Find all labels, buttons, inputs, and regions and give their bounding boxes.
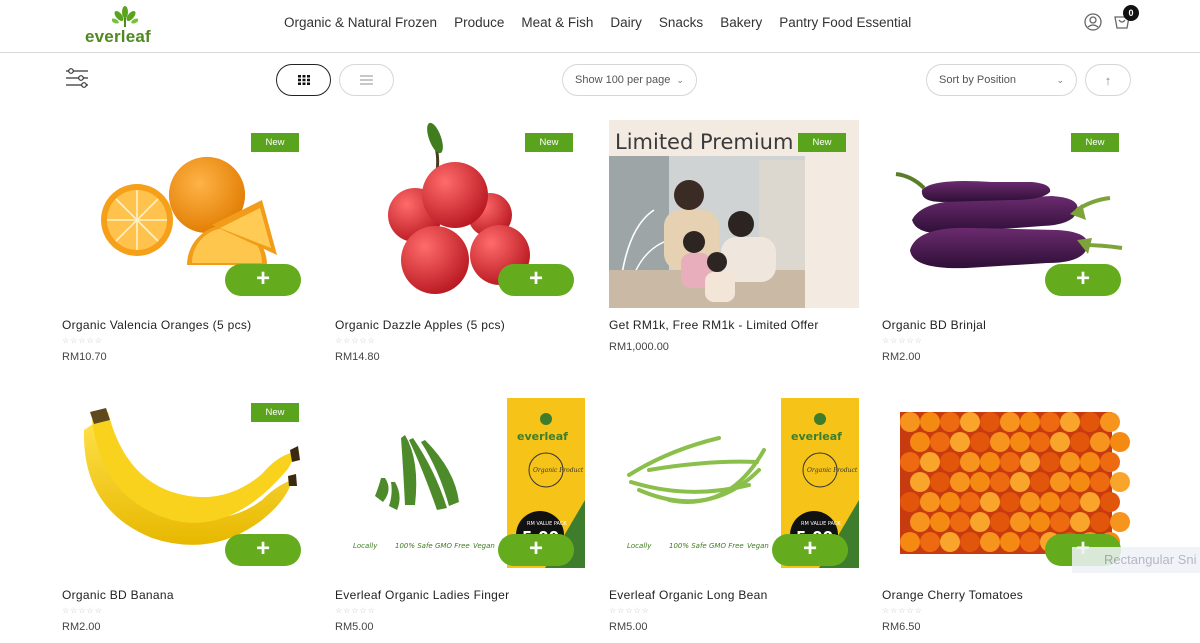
package-footer-label: GMO Free: [435, 542, 470, 550]
rating-stars: ☆☆☆☆☆: [609, 606, 650, 615]
arrow-up-icon: ↑: [1104, 72, 1112, 88]
package-footer-label: 100% Safe: [395, 542, 433, 550]
cart-count-badge: 0: [1123, 5, 1139, 21]
add-to-cart-button[interactable]: +: [772, 534, 848, 566]
nav-snacks[interactable]: Snacks: [659, 15, 703, 30]
add-to-cart-button[interactable]: +: [1045, 264, 1121, 296]
rating-stars: ☆☆☆☆☆: [335, 336, 376, 345]
package-value-label: RM VALUE PACK: [801, 521, 841, 527]
rating-stars: ☆☆☆☆☆: [62, 336, 103, 345]
nav-dairy[interactable]: Dairy: [610, 15, 642, 30]
product-price: RM10.70: [62, 351, 107, 363]
product-name[interactable]: Organic BD Brinjal: [882, 318, 986, 332]
product-price: RM2.00: [882, 351, 921, 363]
user-account-icon[interactable]: [1083, 12, 1103, 32]
add-to-cart-button[interactable]: +: [225, 264, 301, 296]
product-name[interactable]: Orange Cherry Tomatoes: [882, 588, 1023, 602]
site-header: everleaf Organic & Natural Frozen Produc…: [0, 0, 1200, 53]
sort-label: Sort by Position: [939, 74, 1017, 86]
package-tag: Organic Product: [533, 467, 584, 474]
snip-tool-overlay: Rectangular Sni: [1072, 547, 1200, 573]
main-nav: Organic & Natural Frozen Produce Meat & …: [284, 15, 928, 30]
everleaf-logo[interactable]: everleaf: [82, 6, 162, 46]
logo-wordmark: everleaf: [85, 27, 151, 46]
grid-icon: [297, 75, 310, 85]
package-footer-label: 100% Safe: [669, 542, 707, 550]
product-name[interactable]: Organic Valencia Oranges (5 pcs): [62, 318, 251, 332]
nav-produce[interactable]: Produce: [454, 15, 504, 30]
new-badge: New: [251, 133, 299, 152]
rating-stars: ☆☆☆☆☆: [882, 336, 923, 345]
product-price: RM5.00: [335, 621, 374, 633]
list-icon: [360, 75, 373, 85]
new-badge: New: [251, 403, 299, 422]
product-name[interactable]: Everleaf Organic Long Bean: [609, 588, 768, 602]
add-to-cart-button[interactable]: +: [225, 534, 301, 566]
add-to-cart-button[interactable]: +: [498, 264, 574, 296]
new-badge: New: [525, 133, 573, 152]
product-name[interactable]: Everleaf Organic Ladies Finger: [335, 588, 509, 602]
grid-view-button[interactable]: [276, 64, 331, 96]
package-brand: everleaf: [791, 430, 842, 443]
nav-meat-fish[interactable]: Meat & Fish: [521, 15, 593, 30]
list-view-button[interactable]: [339, 64, 394, 96]
rating-stars: ☆☆☆☆☆: [335, 606, 376, 615]
package-footer-label: Locally: [627, 542, 652, 550]
leaf-icon: [112, 6, 138, 27]
product-price: RM14.80: [335, 351, 380, 363]
add-to-cart-button[interactable]: +: [498, 534, 574, 566]
filter-sliders-icon[interactable]: [65, 66, 89, 90]
package-tag: Organic Product: [807, 467, 858, 474]
sort-direction-button[interactable]: ↑: [1085, 64, 1131, 96]
package-footer-label: Vegan: [473, 542, 495, 550]
promo-banner-title: Limited Premium: [615, 130, 794, 154]
listing-toolbar: Show 100 per page ⌄ Sort by Position ⌄ ↑: [0, 54, 1200, 114]
per-page-label: Show 100 per page: [575, 74, 671, 86]
package-footer-label: GMO Free: [709, 542, 744, 550]
per-page-select[interactable]: Show 100 per page ⌄: [562, 64, 697, 96]
nav-bakery[interactable]: Bakery: [720, 15, 762, 30]
nav-organic-natural-frozen[interactable]: Organic & Natural Frozen: [284, 15, 437, 30]
chevron-down-icon: ⌄: [1056, 74, 1064, 85]
product-name[interactable]: Organic BD Banana: [62, 588, 174, 602]
product-price: RM2.00: [62, 621, 101, 633]
rating-stars: ☆☆☆☆☆: [62, 606, 103, 615]
product-price: RM1,000.00: [609, 341, 669, 353]
new-badge: New: [798, 133, 846, 152]
package-footer-label: Vegan: [747, 542, 769, 550]
sort-select[interactable]: Sort by Position ⌄: [926, 64, 1077, 96]
new-badge: New: [1071, 133, 1119, 152]
rating-stars: ☆☆☆☆☆: [882, 606, 923, 615]
chevron-down-icon: ⌄: [676, 74, 684, 85]
package-value-label: RM VALUE PACK: [527, 521, 567, 527]
nav-pantry-food-essential[interactable]: Pantry Food Essential: [779, 15, 911, 30]
package-footer-label: Locally: [353, 542, 378, 550]
product-name[interactable]: Organic Dazzle Apples (5 pcs): [335, 318, 505, 332]
product-name[interactable]: Get RM1k, Free RM1k - Limited Offer: [609, 318, 819, 332]
package-brand: everleaf: [517, 430, 568, 443]
product-price: RM6.50: [882, 621, 921, 633]
product-price: RM5.00: [609, 621, 648, 633]
